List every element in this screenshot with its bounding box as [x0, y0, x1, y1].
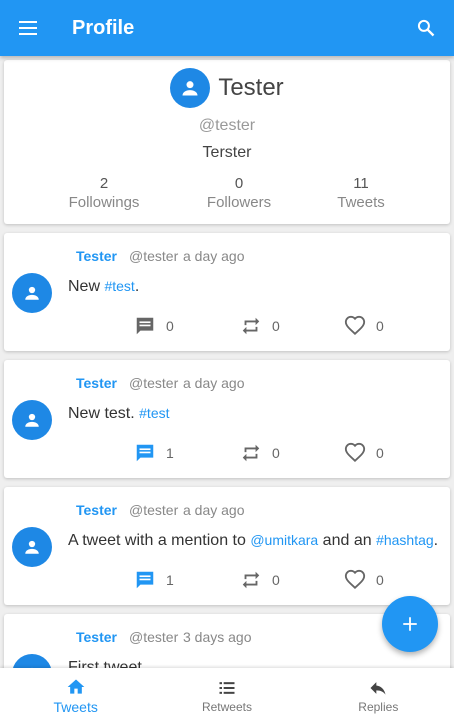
retweet-count: 0 — [272, 572, 280, 588]
tweet-handle: @tester — [129, 375, 179, 391]
profile-card: Tester @tester Terster 2 Followings 0 Fo… — [4, 60, 450, 224]
heart-icon — [344, 315, 366, 336]
tweet-handle: @tester — [129, 502, 179, 518]
tweet-text: New test. #test — [68, 405, 170, 422]
tweet-text: New #test. — [68, 278, 140, 295]
tweet-author[interactable]: Tester — [76, 375, 117, 391]
retweet-button[interactable]: 0 — [240, 569, 280, 591]
person-icon — [25, 286, 39, 300]
nav-retweets[interactable]: Retweets — [151, 668, 302, 724]
tweet-author[interactable]: Tester — [76, 502, 117, 518]
hashtag-link[interactable]: #hashtag — [376, 532, 434, 548]
like-count: 0 — [376, 572, 384, 588]
person-icon — [25, 540, 39, 554]
nav-tweets[interactable]: Tweets — [0, 668, 151, 724]
tweet-time: 3 days ago — [183, 629, 252, 645]
tweet-time: a day ago — [183, 502, 245, 518]
tweet-handle: @tester — [129, 629, 179, 645]
stat-label: Followers — [206, 194, 272, 211]
page-title: Profile — [72, 16, 135, 39]
person-icon — [182, 81, 198, 96]
heart-icon — [344, 569, 366, 590]
reply-count: 0 — [166, 318, 174, 334]
new-tweet-fab[interactable] — [382, 596, 438, 652]
bottom-nav: Tweets Retweets Replies — [0, 668, 454, 724]
list-icon — [219, 682, 235, 694]
comment-icon — [136, 571, 154, 589]
avatar[interactable] — [12, 400, 52, 440]
app-bar: Profile — [0, 0, 454, 56]
avatar[interactable] — [12, 273, 52, 313]
reply-count: 1 — [166, 572, 174, 588]
retweet-count: 0 — [272, 318, 280, 334]
avatar[interactable] — [12, 527, 52, 567]
search-button[interactable] — [406, 8, 446, 48]
tweet-card[interactable]: Tester @tester a day ago A tweet with a … — [4, 487, 450, 605]
like-button[interactable]: 0 — [344, 569, 384, 591]
stat-label: Tweets — [337, 194, 385, 211]
tweet-handle: @tester — [129, 248, 179, 264]
menu-button[interactable] — [0, 0, 56, 56]
tweet-card[interactable]: Tester @tester a day ago New test. #test… — [4, 360, 450, 478]
profile-bio: Terster — [202, 144, 252, 161]
stat-label: Followings — [68, 194, 140, 211]
comment-icon — [136, 317, 154, 335]
search-icon — [417, 19, 435, 37]
retweet-button[interactable]: 0 — [240, 442, 280, 464]
like-button[interactable]: 0 — [344, 315, 384, 337]
like-count: 0 — [376, 318, 384, 334]
heart-icon — [344, 442, 366, 463]
nav-label: Retweets — [201, 700, 252, 714]
retweet-icon — [242, 571, 260, 589]
retweet-count: 0 — [272, 445, 280, 461]
profile-handle: @tester — [198, 117, 256, 134]
hashtag-link[interactable]: #test — [104, 278, 134, 294]
reply-icon — [370, 682, 386, 695]
avatar — [170, 68, 211, 108]
retweet-icon — [242, 317, 260, 335]
nav-replies[interactable]: Replies — [303, 668, 454, 724]
reply-button[interactable]: 1 — [134, 442, 174, 464]
stat-value: 2 — [99, 175, 109, 192]
stat-value: 11 — [353, 175, 369, 192]
person-icon — [25, 413, 39, 427]
menu-icon — [19, 21, 37, 35]
nav-label: Replies — [358, 700, 399, 714]
retweet-icon — [242, 444, 260, 462]
tweet-author[interactable]: Tester — [76, 248, 117, 264]
hashtag-link[interactable]: #test — [139, 405, 169, 421]
nav-label: Tweets — [53, 699, 98, 715]
reply-count: 1 — [166, 445, 174, 461]
comment-icon — [136, 444, 154, 462]
retweet-button[interactable]: 0 — [240, 315, 280, 337]
like-button[interactable]: 0 — [344, 442, 384, 464]
tweet-time: a day ago — [183, 248, 245, 264]
profile-name: Tester — [218, 74, 284, 101]
reply-button[interactable]: 1 — [134, 569, 174, 591]
add-icon — [403, 617, 417, 631]
tweet-card[interactable]: Tester @tester a day ago New #test. 0 0 … — [4, 233, 450, 351]
stat-followings[interactable]: 2 Followings — [44, 175, 164, 211]
stat-value: 0 — [234, 175, 244, 192]
tweet-text: A tweet with a mention to @umitkara and … — [68, 532, 439, 549]
like-count: 0 — [376, 445, 384, 461]
home-icon — [67, 679, 84, 694]
stat-tweets[interactable]: 11 Tweets — [301, 175, 421, 211]
reply-button[interactable]: 0 — [134, 315, 174, 337]
mention-link[interactable]: @umitkara — [250, 532, 318, 548]
stat-followers[interactable]: 0 Followers — [179, 175, 299, 211]
tweet-author[interactable]: Tester — [76, 629, 117, 645]
tweet-time: a day ago — [183, 375, 245, 391]
